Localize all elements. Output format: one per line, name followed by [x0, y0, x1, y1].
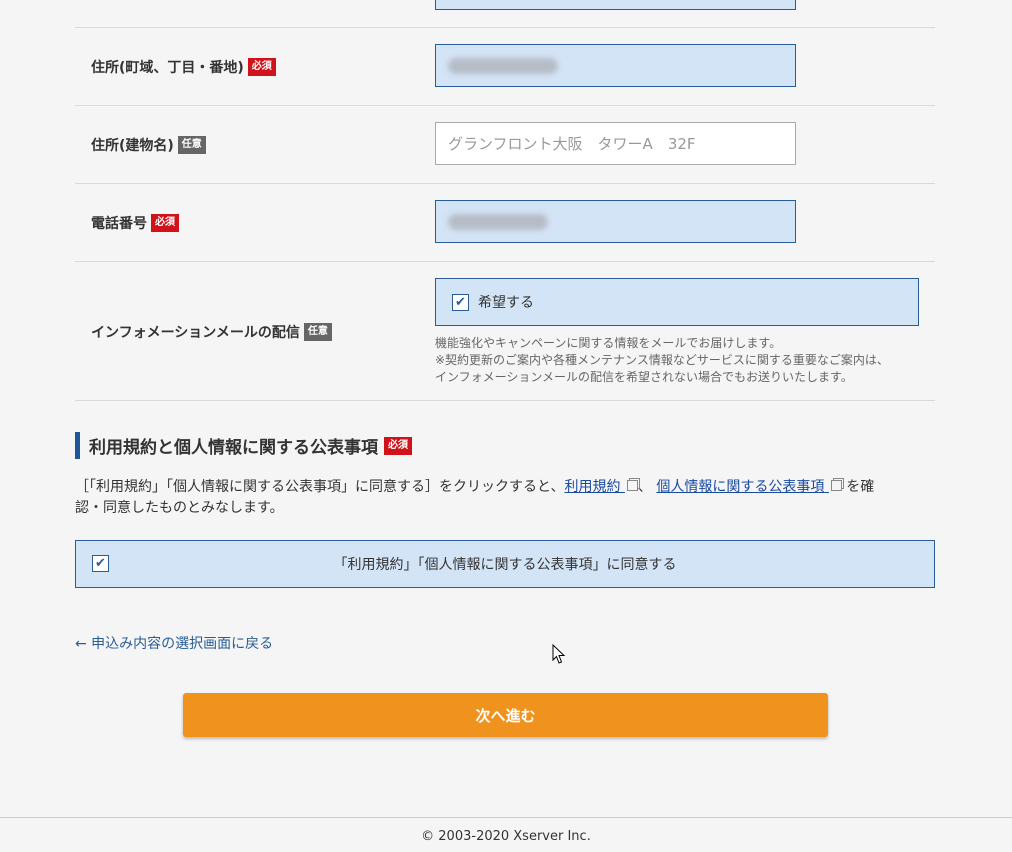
address-street-label-text: 住所(町域、丁目・番地) — [91, 60, 244, 76]
external-link-icon — [626, 480, 638, 491]
note-line: インフォメーションメールの配信を希望されない場合でもお送りいたします。 — [435, 370, 853, 384]
terms-link[interactable]: 利用規約 — [564, 479, 638, 495]
separator: 、 — [637, 479, 652, 495]
note-line: 機能強化やキャンペーンに関する情報をメールでお届けします。 — [435, 336, 782, 350]
desc-prefix: ［「利用規約」「個人情報に関する公表事項」に同意する］をクリックすると、 — [75, 479, 565, 495]
info-mail-checkbox[interactable]: ✔ — [452, 293, 469, 311]
optional-badge: 任意 — [177, 136, 206, 154]
divider — [75, 261, 935, 262]
required-badge: 必須 — [247, 58, 276, 76]
divider — [75, 400, 935, 401]
checkmark-icon: ✔ — [95, 556, 106, 571]
terms-section-title: 利用規約と個人情報に関する公表事項 必須 — [75, 432, 412, 459]
address-building-placeholder: グランフロント大阪 タワーA 32F — [448, 135, 696, 153]
info-mail-label-text: インフォメーションメールの配信 — [91, 325, 300, 341]
redacted-value — [448, 57, 558, 74]
redacted-value — [448, 213, 548, 230]
info-mail-option-label: 希望する — [478, 295, 534, 311]
phone-label: 電話番号 必須 — [91, 213, 179, 233]
privacy-link-text: 個人情報に関する公表事項 — [656, 479, 825, 495]
divider — [75, 105, 935, 106]
phone-input[interactable] — [435, 200, 796, 243]
copyright: © 2003-2020 Xserver Inc. — [421, 829, 591, 844]
address-building-label: 住所(建物名) 任意 — [91, 135, 206, 155]
address-building-input[interactable]: グランフロント大阪 タワーA 32F — [435, 122, 796, 165]
divider — [75, 183, 935, 184]
privacy-link[interactable]: 個人情報に関する公表事項 — [656, 479, 842, 495]
required-badge: 必須 — [151, 214, 179, 232]
next-button[interactable]: 次へ進む — [183, 693, 828, 737]
info-mail-opt-in[interactable]: ✔ 希望する — [435, 278, 919, 326]
desc-suffix: を確 — [846, 479, 875, 495]
mouse-cursor-icon — [552, 644, 566, 664]
desc-line2: 認・同意したものとみなします。 — [75, 500, 284, 516]
note-line: ※契約更新のご案内や各種メンテナンス情報などサービスに関する重要なご案内は、 — [435, 353, 889, 367]
phone-label-text: 電話番号 — [91, 216, 147, 232]
info-mail-label: インフォメーションメールの配信 任意 — [91, 322, 332, 342]
back-to-selection-link[interactable]: ← 申込み内容の選択画面に戻る — [75, 633, 273, 653]
external-link-icon — [830, 480, 842, 491]
address-street-input[interactable] — [435, 44, 796, 87]
checkmark-icon: ✔ — [455, 294, 466, 310]
terms-link-text: 利用規約 — [564, 479, 621, 495]
terms-description: ［「利用規約」「個人情報に関する公表事項」に同意する］をクリックすると、利用規約… — [75, 477, 935, 519]
address-street-label: 住所(町域、丁目・番地) 必須 — [91, 57, 276, 77]
agree-label: 「利用規約」「個人情報に関する公表事項」に同意する — [333, 557, 677, 573]
address-city-input[interactable] — [435, 0, 796, 10]
divider — [75, 27, 935, 28]
optional-badge: 任意 — [303, 323, 332, 341]
info-mail-note: 機能強化やキャンペーンに関する情報をメールでお届けします。 ※契約更新のご案内や… — [435, 335, 889, 386]
terms-title-text: 利用規約と個人情報に関する公表事項 — [89, 438, 378, 458]
required-badge: 必須 — [384, 436, 412, 455]
footer-divider — [0, 817, 1012, 818]
agree-terms-box[interactable]: ✔ 「利用規約」「個人情報に関する公表事項」に同意する — [75, 540, 935, 588]
agree-checkbox[interactable]: ✔ — [92, 555, 109, 572]
address-building-label-text: 住所(建物名) — [91, 138, 174, 154]
